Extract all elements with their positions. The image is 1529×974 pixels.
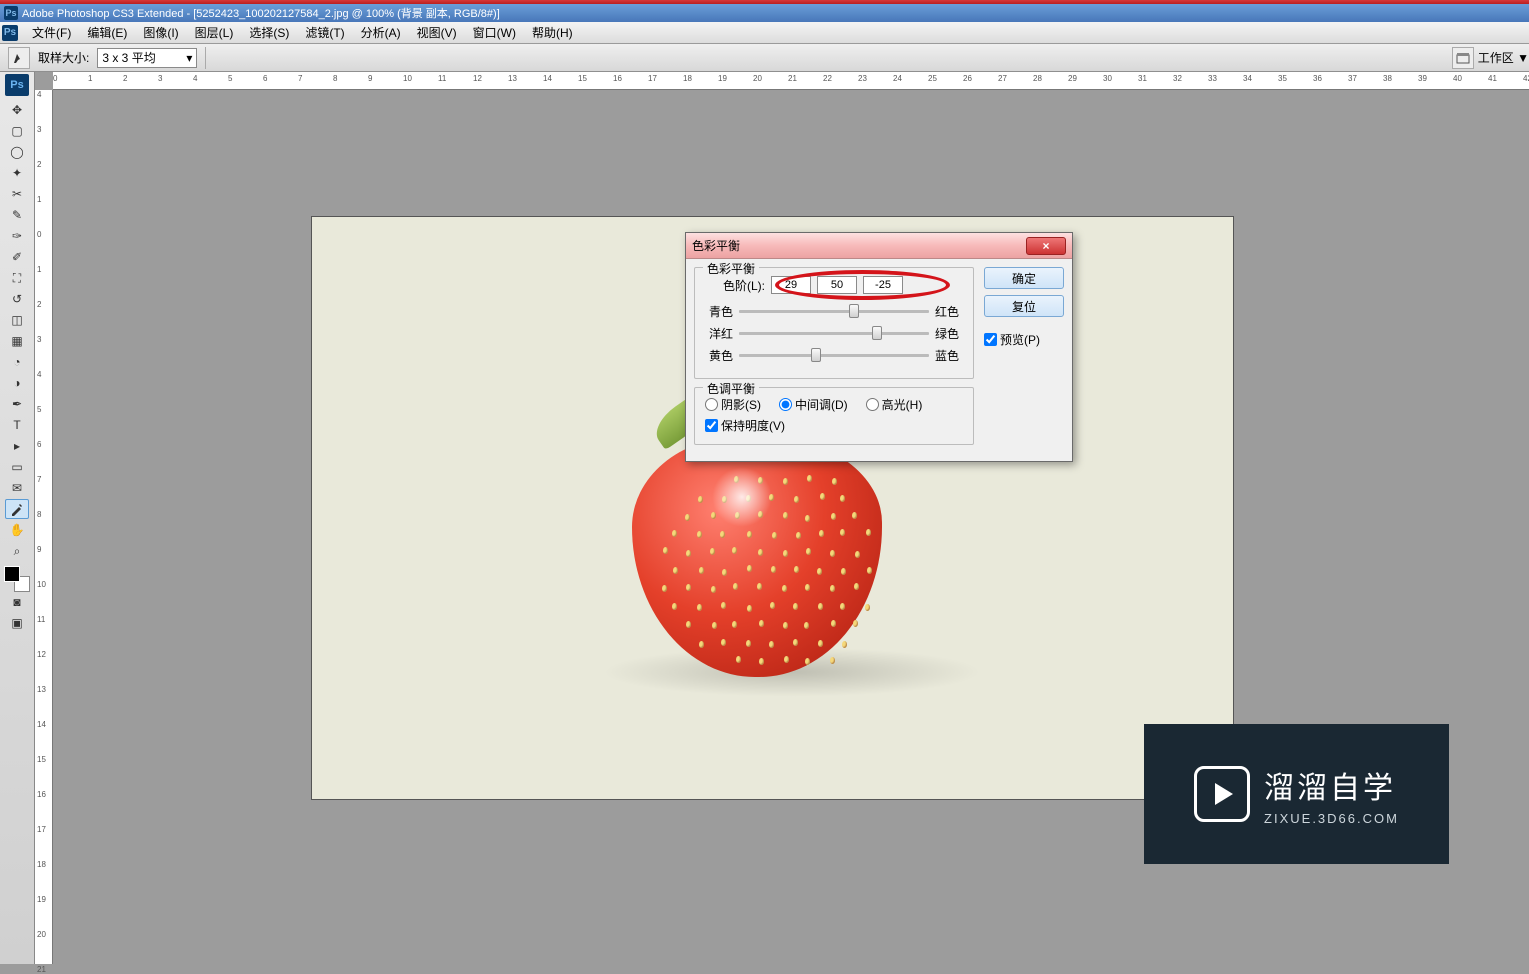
menu-window[interactable]: 窗口(W)	[465, 22, 524, 43]
vertical-ruler: 43210123456789101112131415161718192021	[35, 90, 53, 964]
foreground-color[interactable]	[4, 566, 20, 582]
app-icon: Ps	[4, 6, 18, 20]
group-legend-2: 色调平衡	[703, 380, 759, 397]
menu-analysis[interactable]: 分析(A)	[353, 22, 409, 43]
path-tool[interactable]: ▸	[5, 436, 29, 456]
watermark: 溜溜自学 ZIXUE.3D66.COM	[1144, 724, 1449, 864]
dialog-titlebar[interactable]: 色彩平衡 ×	[686, 233, 1072, 259]
ok-button[interactable]: 确定	[984, 267, 1064, 289]
horizontal-ruler: 0123456789101112131415161718192021222324…	[53, 72, 1529, 90]
blur-tool[interactable]: ◔	[5, 352, 29, 372]
color-balance-dialog: 色彩平衡 × 色彩平衡 色阶(L): 青色 红色	[685, 232, 1073, 462]
color-swatches[interactable]	[4, 566, 30, 592]
midtones-radio[interactable]: 中间调(D)	[779, 396, 848, 413]
hand-tool[interactable]: ✋	[5, 520, 29, 540]
marquee-tool[interactable]: ▢	[5, 121, 29, 141]
level-input-1[interactable]	[771, 276, 811, 294]
stamp-tool[interactable]: ⛶	[5, 268, 29, 288]
watermark-subtitle: ZIXUE.3D66.COM	[1264, 811, 1399, 826]
eraser-tool[interactable]: ◫	[5, 310, 29, 330]
toolbox-header-icon: Ps	[5, 74, 29, 96]
reset-button[interactable]: 复位	[984, 295, 1064, 317]
group-legend-1: 色彩平衡	[703, 260, 759, 277]
menu-filter[interactable]: 滤镜(T)	[297, 22, 352, 43]
pen-tool[interactable]: ✒	[5, 394, 29, 414]
canvas-area[interactable]: 色彩平衡 × 色彩平衡 色阶(L): 青色 红色	[53, 90, 1529, 964]
notes-tool[interactable]: ✉	[5, 478, 29, 498]
ps-home-button[interactable]: Ps	[2, 25, 18, 41]
magenta-green-slider[interactable]	[739, 324, 929, 342]
menu-bar: Ps 文件(F) 编辑(E) 图像(I) 图层(L) 选择(S) 滤镜(T) 分…	[0, 22, 1529, 44]
wand-tool[interactable]: ✦	[5, 163, 29, 183]
shape-tool[interactable]: ▭	[5, 457, 29, 477]
current-tool-icon[interactable]	[8, 47, 30, 69]
healing-tool[interactable]: ✑	[5, 226, 29, 246]
sample-size-label: 取样大小:	[38, 49, 89, 66]
dodge-tool[interactable]: ◑	[5, 373, 29, 393]
options-bar: 取样大小: 3 x 3 平均 ▾ 工作区 ▼	[0, 44, 1529, 72]
preserve-luminosity-checkbox[interactable]: 保持明度(V)	[705, 417, 785, 434]
green-label: 绿色	[935, 325, 963, 342]
eyedropper-tool[interactable]: ✎	[5, 205, 29, 225]
eyedropper-sample-tool[interactable]	[5, 499, 29, 519]
yellow-label: 黄色	[705, 347, 733, 364]
title-bar: Ps Adobe Photoshop CS3 Extended - [52524…	[0, 4, 1529, 22]
levels-label: 色阶(L):	[705, 277, 765, 294]
brush-tool[interactable]: ✐	[5, 247, 29, 267]
highlights-radio[interactable]: 高光(H)	[866, 396, 923, 413]
history-brush-tool[interactable]: ↺	[5, 289, 29, 309]
menu-edit[interactable]: 编辑(E)	[79, 22, 135, 43]
yellow-blue-slider[interactable]	[739, 346, 929, 364]
play-icon	[1194, 766, 1250, 822]
window-title: Adobe Photoshop CS3 Extended - [5252423_…	[22, 5, 500, 21]
chevron-down-icon: ▾	[186, 51, 192, 65]
menu-layer[interactable]: 图层(L)	[187, 22, 242, 43]
cyan-red-slider[interactable]	[739, 302, 929, 320]
menu-select[interactable]: 选择(S)	[241, 22, 297, 43]
lasso-tool[interactable]: ◯	[5, 142, 29, 162]
tone-balance-group: 色调平衡 阴影(S) 中间调(D) 高光(H) 保持明度(V)	[694, 387, 974, 445]
zoom-tool[interactable]: ⌕	[5, 541, 29, 561]
menu-view[interactable]: 视图(V)	[409, 22, 465, 43]
screenmode-toggle[interactable]: ▣	[5, 613, 29, 633]
close-button[interactable]: ×	[1026, 237, 1066, 255]
sample-size-select[interactable]: 3 x 3 平均 ▾	[97, 48, 197, 68]
move-tool[interactable]: ✥	[5, 100, 29, 120]
menu-file[interactable]: 文件(F)	[24, 22, 79, 43]
toolbox: Ps ✥ ▢ ◯ ✦ ✂ ✎ ✑ ✐ ⛶ ↺ ◫ ▦ ◔ ◑ ✒ T ▸ ▭ ✉…	[0, 72, 35, 964]
dialog-title: 色彩平衡	[692, 237, 740, 254]
red-label: 红色	[935, 303, 963, 320]
workspace-icon[interactable]	[1452, 47, 1474, 69]
menu-help[interactable]: 帮助(H)	[524, 22, 581, 43]
watermark-title: 溜溜自学	[1264, 763, 1399, 807]
workspace-dropdown[interactable]: 工作区 ▼	[1478, 49, 1529, 66]
blue-label: 蓝色	[935, 347, 963, 364]
crop-tool[interactable]: ✂	[5, 184, 29, 204]
level-input-2[interactable]	[817, 276, 857, 294]
menu-image[interactable]: 图像(I)	[135, 22, 186, 43]
gradient-tool[interactable]: ▦	[5, 331, 29, 351]
quickmask-toggle[interactable]: ◙	[5, 592, 29, 612]
preview-checkbox[interactable]: 预览(P)	[984, 331, 1064, 348]
shadows-radio[interactable]: 阴影(S)	[705, 396, 761, 413]
magenta-label: 洋红	[705, 325, 733, 342]
sample-size-value: 3 x 3 平均	[102, 49, 155, 66]
color-balance-group: 色彩平衡 色阶(L): 青色 红色 洋红	[694, 267, 974, 379]
cyan-label: 青色	[705, 303, 733, 320]
type-tool[interactable]: T	[5, 415, 29, 435]
level-input-3[interactable]	[863, 276, 903, 294]
